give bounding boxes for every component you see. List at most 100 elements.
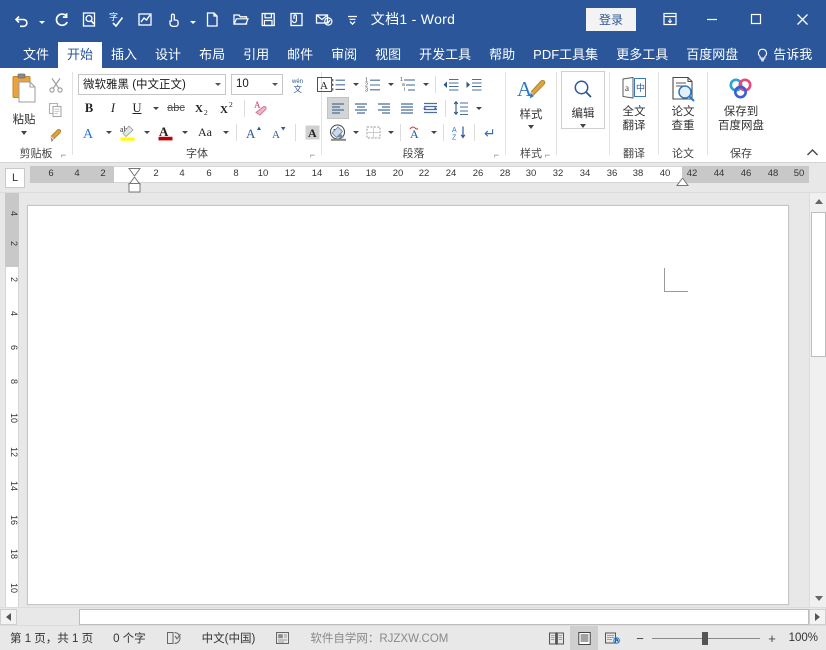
undo-dropdown-icon[interactable] xyxy=(36,5,47,33)
font-name-combobox[interactable]: 微软雅黑 (中文正文) xyxy=(78,73,226,95)
tab-references[interactable]: 引用 xyxy=(234,42,278,68)
web-layout-view-button[interactable] xyxy=(598,626,626,650)
strikethrough-button[interactable]: abc xyxy=(163,97,189,119)
maximize-icon[interactable] xyxy=(734,0,778,38)
chevron-down-icon[interactable] xyxy=(211,83,225,86)
document-canvas[interactable] xyxy=(22,193,809,607)
close-icon[interactable] xyxy=(778,0,826,38)
horizontal-ruler[interactable]: 6 4 2 2 4 6 8 10 12 14 16 18 20 22 24 26… xyxy=(30,163,809,193)
tab-review[interactable]: 审阅 xyxy=(322,42,366,68)
shading-dropdown-icon[interactable] xyxy=(350,121,361,143)
zoom-level-label[interactable]: 100% xyxy=(786,632,826,644)
save-icon[interactable] xyxy=(254,5,282,33)
print-preview-icon[interactable] xyxy=(75,5,103,33)
zoom-slider-knob[interactable] xyxy=(702,631,708,645)
redo-icon[interactable] xyxy=(47,5,75,33)
tab-insert[interactable]: 插入 xyxy=(102,42,146,68)
document-page[interactable] xyxy=(27,205,789,605)
show-formatting-marks-button[interactable]: ↵ xyxy=(479,121,501,143)
align-center-button[interactable] xyxy=(350,97,372,119)
editing-button[interactable]: 编辑 xyxy=(561,71,605,129)
save-to-netdisk-button[interactable]: 保存到 百度网盘 xyxy=(712,71,770,133)
shrink-font-button[interactable]: A xyxy=(267,121,290,143)
multilevel-list-button[interactable]: 1ai xyxy=(397,73,419,95)
tab-more-tools[interactable]: 更多工具 xyxy=(607,42,677,68)
vertical-ruler[interactable]: 4 2 2 4 6 8 10 12 14 16 18 10 xyxy=(0,193,22,607)
phonetic-guide-button[interactable]: wén 文 xyxy=(285,73,311,95)
chinese-layout-dropdown-icon[interactable] xyxy=(428,121,439,143)
zoom-slider[interactable] xyxy=(652,630,760,646)
font-dialog-launcher[interactable]: ⌐ xyxy=(307,150,318,161)
tab-baidu-netdisk[interactable]: 百度网盘 xyxy=(677,42,747,68)
ribbon-display-options-icon[interactable] xyxy=(650,0,690,38)
left-indent-marker[interactable] xyxy=(128,182,141,193)
align-left-button[interactable] xyxy=(327,97,349,119)
scroll-right-arrow-icon[interactable] xyxy=(809,608,826,625)
decrease-indent-button[interactable] xyxy=(440,73,462,95)
zoom-control[interactable]: − + xyxy=(626,630,786,646)
zoom-in-button[interactable]: + xyxy=(766,631,778,646)
tab-design[interactable]: 设计 xyxy=(146,42,190,68)
accessibility-icon[interactable] xyxy=(265,626,300,650)
open-folder-icon[interactable] xyxy=(226,5,254,33)
borders-button[interactable] xyxy=(362,121,384,143)
bold-button[interactable]: B xyxy=(78,97,100,119)
touch-mode-icon[interactable] xyxy=(159,5,187,33)
multilevel-dropdown-icon[interactable] xyxy=(420,73,431,95)
tab-stop-selector[interactable]: L xyxy=(0,163,30,193)
copy-button[interactable] xyxy=(44,99,68,121)
horizontal-scrollbar[interactable] xyxy=(0,607,826,625)
styles-dialog-launcher[interactable]: ⌐ xyxy=(542,150,553,161)
edit-chart-icon[interactable] xyxy=(131,5,159,33)
font-color-dropdown-icon[interactable] xyxy=(179,121,190,143)
subscript-button[interactable]: X2 xyxy=(191,97,214,119)
line-spacing-dropdown-icon[interactable] xyxy=(473,97,484,119)
numbering-button[interactable]: 123 xyxy=(362,73,384,95)
scroll-up-arrow-icon[interactable] xyxy=(810,193,826,210)
character-shading-button[interactable]: A xyxy=(301,121,324,143)
distributed-align-button[interactable] xyxy=(419,97,441,119)
new-document-icon[interactable] xyxy=(198,5,226,33)
clipboard-dialog-launcher[interactable]: ⌐ xyxy=(58,150,69,161)
horizontal-scroll-thumb[interactable] xyxy=(79,608,809,625)
superscript-button[interactable]: X2 xyxy=(216,97,239,119)
chinese-layout-button[interactable]: A xyxy=(405,121,427,143)
zoom-out-button[interactable]: − xyxy=(634,631,646,646)
tab-layout[interactable]: 布局 xyxy=(190,42,234,68)
cut-button[interactable] xyxy=(44,74,68,96)
borders-dropdown-icon[interactable] xyxy=(385,121,396,143)
proofing-icon[interactable] xyxy=(156,626,192,650)
paste-button[interactable]: 粘贴 xyxy=(4,71,44,135)
highlight-color-button[interactable]: ab xyxy=(116,121,139,143)
touch-mode-dropdown-icon[interactable] xyxy=(187,5,198,33)
right-indent-marker[interactable] xyxy=(676,175,689,189)
shading-button[interactable] xyxy=(327,121,349,143)
editing-dropdown-icon[interactable] xyxy=(580,124,586,128)
line-spacing-button[interactable] xyxy=(450,97,472,119)
customize-qat-icon[interactable] xyxy=(338,5,366,33)
scroll-down-arrow-icon[interactable] xyxy=(810,590,826,607)
share-button[interactable]: 共享 xyxy=(821,42,826,68)
clear-formatting-button[interactable]: A xyxy=(250,97,273,119)
horizontal-scroll-track[interactable] xyxy=(17,608,809,625)
styles-dropdown-icon[interactable] xyxy=(528,125,534,129)
styles-button[interactable]: A 样式 xyxy=(510,71,552,129)
word-count[interactable]: 0 个字 xyxy=(103,626,156,650)
align-right-button[interactable] xyxy=(373,97,395,119)
vertical-scrollbar[interactable] xyxy=(809,193,826,607)
paste-dropdown-icon[interactable] xyxy=(21,131,27,135)
chevron-down-icon[interactable] xyxy=(268,83,282,86)
font-size-combobox[interactable]: 10 xyxy=(231,73,283,95)
attach-icon[interactable] xyxy=(282,5,310,33)
read-mode-view-button[interactable] xyxy=(542,626,570,650)
format-painter-button[interactable] xyxy=(44,124,68,146)
print-layout-view-button[interactable] xyxy=(570,625,598,650)
tell-me-button[interactable]: 告诉我 xyxy=(747,42,821,68)
highlight-dropdown-icon[interactable] xyxy=(141,121,152,143)
tab-pdf-tools[interactable]: PDF工具集 xyxy=(524,42,607,68)
tab-mailings[interactable]: 邮件 xyxy=(278,42,322,68)
tab-home[interactable]: 开始 xyxy=(58,42,103,68)
language-indicator[interactable]: 中文(中国) xyxy=(192,626,266,650)
bullets-dropdown-icon[interactable] xyxy=(350,73,361,95)
text-effects-dropdown-icon[interactable] xyxy=(103,121,114,143)
